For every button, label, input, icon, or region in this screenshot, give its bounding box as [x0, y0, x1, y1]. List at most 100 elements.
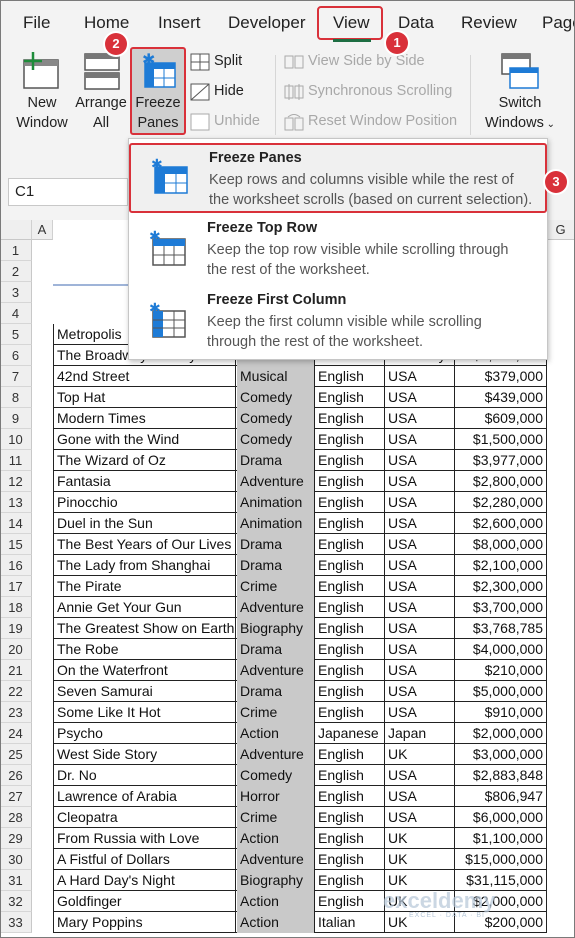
- row-header[interactable]: 26: [0, 765, 32, 786]
- menu-item-freeze-first-column[interactable]: ✱ Freeze First Column Keep the first col…: [129, 287, 547, 357]
- cell-budget[interactable]: $806,947: [455, 786, 547, 807]
- cell-country[interactable]: USA: [385, 681, 455, 702]
- cell-title[interactable]: Cleopatra: [53, 807, 236, 828]
- cell-country[interactable]: USA: [385, 618, 455, 639]
- cell-genre[interactable]: Crime: [237, 702, 315, 723]
- cell-country[interactable]: Japan: [385, 723, 455, 744]
- cell-genre[interactable]: Adventure: [237, 744, 315, 765]
- cell-genre[interactable]: Comedy: [237, 429, 315, 450]
- cell-genre[interactable]: Drama: [237, 681, 315, 702]
- cell-country[interactable]: USA: [385, 702, 455, 723]
- cell-language[interactable]: English: [315, 387, 385, 408]
- cell-language[interactable]: English: [315, 408, 385, 429]
- synchronous-scrolling-button[interactable]: Synchronous Scrolling: [308, 83, 452, 99]
- tab-developer[interactable]: Developer: [228, 13, 306, 33]
- cell-genre[interactable]: Crime: [237, 807, 315, 828]
- cell-country[interactable]: USA: [385, 492, 455, 513]
- cell-language[interactable]: English: [315, 618, 385, 639]
- cell-language[interactable]: English: [315, 702, 385, 723]
- cell-budget[interactable]: $1,500,000: [455, 429, 547, 450]
- tab-data[interactable]: Data: [398, 13, 434, 33]
- cell-country[interactable]: USA: [385, 450, 455, 471]
- cell-title[interactable]: Seven Samurai: [53, 681, 236, 702]
- cell-title[interactable]: Some Like It Hot: [53, 702, 236, 723]
- cell-genre[interactable]: Adventure: [237, 471, 315, 492]
- cell-title[interactable]: West Side Story: [53, 744, 236, 765]
- cell-language[interactable]: English: [315, 870, 385, 891]
- cell-title[interactable]: The Lady from Shanghai: [53, 555, 236, 576]
- row-header[interactable]: 32: [0, 891, 32, 912]
- cell-budget[interactable]: $3,977,000: [455, 450, 547, 471]
- arrange-all-icon[interactable]: [82, 50, 122, 94]
- menu-item-freeze-top-row[interactable]: ✱ Freeze Top Row Keep the top row visibl…: [129, 215, 547, 285]
- cell-title[interactable]: The Greatest Show on Earth: [53, 618, 236, 639]
- row-header[interactable]: 15: [0, 534, 32, 555]
- cell-title[interactable]: Duel in the Sun: [53, 513, 236, 534]
- view-side-by-side-button[interactable]: View Side by Side: [308, 53, 425, 69]
- cell-genre[interactable]: Adventure: [237, 660, 315, 681]
- cell-language[interactable]: English: [315, 639, 385, 660]
- cell-budget[interactable]: $3,768,785: [455, 618, 547, 639]
- cell-title[interactable]: Pinocchio: [53, 492, 236, 513]
- cell-country[interactable]: USA: [385, 471, 455, 492]
- cell-title[interactable]: Fantasia: [53, 471, 236, 492]
- cell-title[interactable]: Gone with the Wind: [53, 429, 236, 450]
- row-header[interactable]: 14: [0, 513, 32, 534]
- tab-review[interactable]: Review: [461, 13, 517, 33]
- cell-genre[interactable]: Comedy: [237, 387, 315, 408]
- cell-budget[interactable]: $2,000,000: [455, 723, 547, 744]
- cell-country[interactable]: USA: [385, 786, 455, 807]
- new-window-icon[interactable]: [20, 50, 64, 94]
- row-header[interactable]: 9: [0, 408, 32, 429]
- cell-country[interactable]: USA: [385, 366, 455, 387]
- cell-language[interactable]: English: [315, 807, 385, 828]
- cell-title[interactable]: Lawrence of Arabia: [53, 786, 236, 807]
- cell-title[interactable]: Psycho: [53, 723, 236, 744]
- cell-title[interactable]: Mary Poppins: [53, 912, 236, 933]
- tab-insert[interactable]: Insert: [158, 13, 201, 33]
- cell-genre[interactable]: Comedy: [237, 765, 315, 786]
- cell-language[interactable]: English: [315, 786, 385, 807]
- cell-country[interactable]: UK: [385, 744, 455, 765]
- cell-country[interactable]: USA: [385, 660, 455, 681]
- cell-budget[interactable]: $2,100,000: [455, 555, 547, 576]
- new-window-button[interactable]: New Window: [8, 93, 76, 133]
- row-header[interactable]: 16: [0, 555, 32, 576]
- cell-country[interactable]: UK: [385, 849, 455, 870]
- cell-country[interactable]: USA: [385, 534, 455, 555]
- cell-budget[interactable]: $6,000,000: [455, 807, 547, 828]
- hide-button[interactable]: Hide: [214, 83, 244, 99]
- cell-genre[interactable]: Biography: [237, 618, 315, 639]
- cell-budget[interactable]: $4,000,000: [455, 639, 547, 660]
- cell-genre[interactable]: Adventure: [237, 597, 315, 618]
- cell-language[interactable]: English: [315, 765, 385, 786]
- cell-language[interactable]: English: [315, 366, 385, 387]
- select-all-corner[interactable]: [0, 220, 32, 240]
- row-header[interactable]: 5: [0, 324, 32, 345]
- cell-budget[interactable]: $439,000: [455, 387, 547, 408]
- cell-genre[interactable]: Drama: [237, 639, 315, 660]
- tab-home[interactable]: Home: [84, 13, 129, 33]
- cell-title[interactable]: The Pirate: [53, 576, 236, 597]
- row-header[interactable]: 28: [0, 807, 32, 828]
- cell-language[interactable]: Japanese: [315, 723, 385, 744]
- cell-language[interactable]: English: [315, 849, 385, 870]
- cell-language[interactable]: English: [315, 429, 385, 450]
- cell-title[interactable]: Dr. No: [53, 765, 236, 786]
- row-header[interactable]: 33: [0, 912, 32, 933]
- row-header[interactable]: 18: [0, 597, 32, 618]
- row-header[interactable]: 12: [0, 471, 32, 492]
- row-header[interactable]: 6: [0, 345, 32, 366]
- row-header[interactable]: 7: [0, 366, 32, 387]
- cell-title[interactable]: Goldfinger: [53, 891, 236, 912]
- cell-language[interactable]: English: [315, 891, 385, 912]
- cell-budget[interactable]: $15,000,000: [455, 849, 547, 870]
- row-header[interactable]: 27: [0, 786, 32, 807]
- row-header[interactable]: 13: [0, 492, 32, 513]
- cell-language[interactable]: English: [315, 471, 385, 492]
- cell-genre[interactable]: Animation: [237, 513, 315, 534]
- cell-genre[interactable]: Action: [237, 912, 315, 933]
- cell-budget[interactable]: $8,000,000: [455, 534, 547, 555]
- freeze-panes-button[interactable]: ✱ Freeze Panes ⌄: [130, 47, 186, 152]
- row-header[interactable]: 31: [0, 870, 32, 891]
